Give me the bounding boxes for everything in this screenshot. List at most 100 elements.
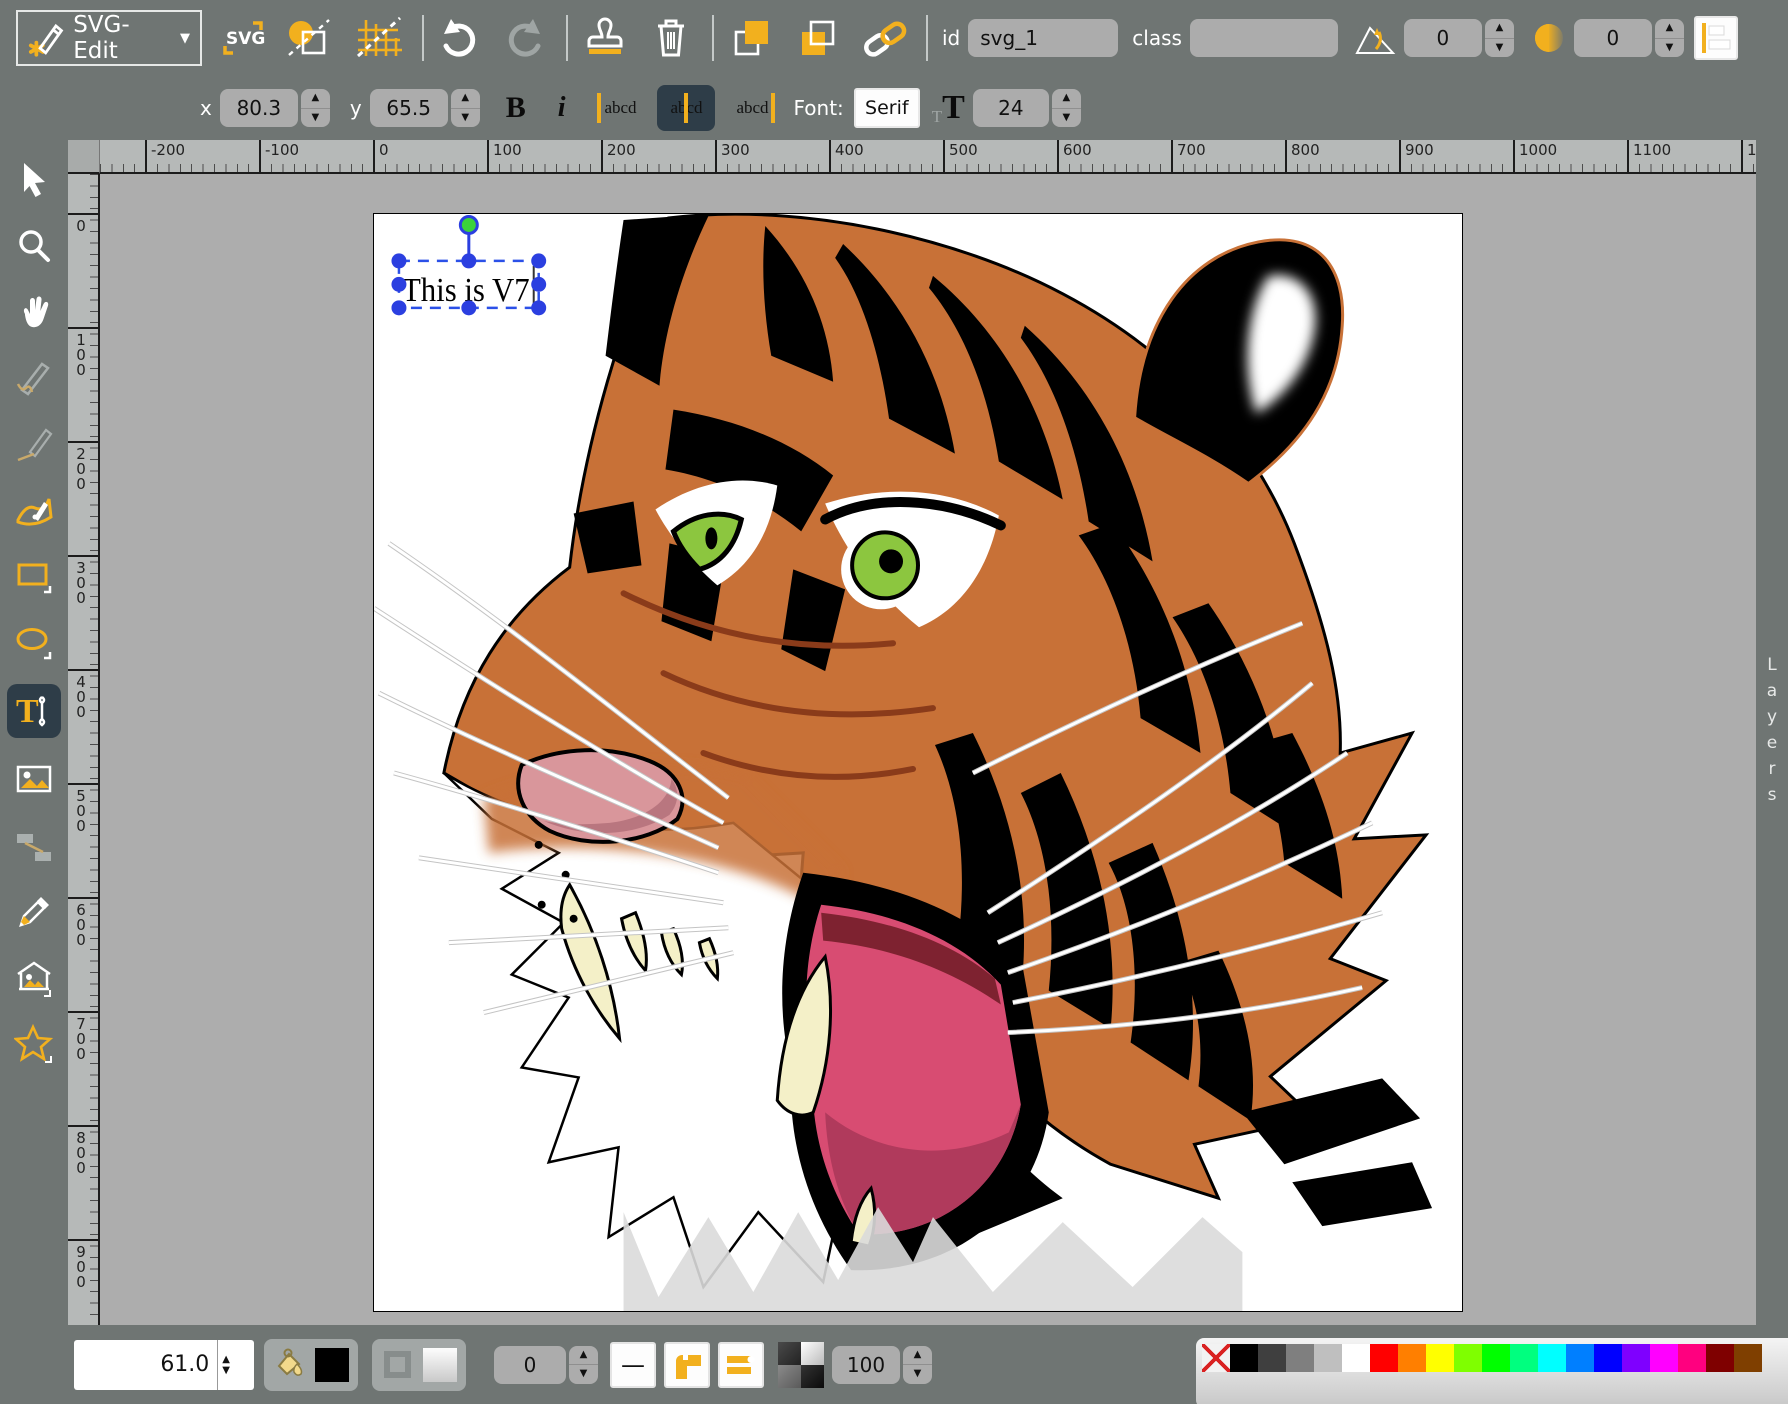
palette-swatch[interactable]: [1370, 1344, 1398, 1372]
stroke-width-spinner[interactable]: ▲▼: [569, 1346, 598, 1384]
wireframe-button[interactable]: [280, 14, 338, 62]
y-spinner[interactable]: ▲▼: [451, 89, 480, 127]
link-icon: [860, 16, 910, 60]
bold-button[interactable]: B: [506, 91, 526, 125]
tool-ellipse[interactable]: [10, 618, 58, 666]
tool-text[interactable]: T: [7, 684, 61, 738]
x-input[interactable]: [220, 89, 298, 127]
tool-select[interactable]: [10, 156, 58, 204]
blur-tool: [1530, 14, 1568, 62]
opacity-input[interactable]: [832, 1346, 900, 1384]
tool-star[interactable]: [10, 1020, 58, 1068]
palette-swatch[interactable]: [1314, 1344, 1342, 1372]
palette-swatch[interactable]: [1286, 1344, 1314, 1372]
palette-swatch[interactable]: [1622, 1344, 1650, 1372]
workspace[interactable]: This is V7: [100, 174, 1756, 1325]
italic-button[interactable]: i: [558, 92, 566, 124]
undo-button[interactable]: [434, 14, 484, 62]
separator: [422, 15, 424, 61]
fill-color-control[interactable]: [264, 1339, 358, 1391]
v-ruler-label: 300: [68, 555, 98, 608]
tool-pencil[interactable]: [10, 354, 58, 402]
angle-spinner[interactable]: ▲▼: [1485, 19, 1514, 57]
linecap-button[interactable]: [718, 1342, 764, 1388]
svg-text:T: T: [16, 693, 39, 730]
font-size-spinner[interactable]: ▲▼: [1052, 89, 1081, 127]
text-anchor-end-button[interactable]: abcd: [723, 85, 781, 131]
delete-button[interactable]: [646, 14, 696, 62]
redo-button[interactable]: [500, 14, 550, 62]
tool-eyedropper[interactable]: [10, 888, 58, 936]
stroke-square-icon: [381, 1348, 415, 1382]
text-anchor-middle-button[interactable]: abcd: [657, 85, 715, 131]
class-label: class: [1132, 26, 1182, 50]
tool-line[interactable]: [10, 420, 58, 468]
palette-swatch[interactable]: [1594, 1344, 1622, 1372]
palette-swatch[interactable]: [1454, 1344, 1482, 1372]
palette-swatch[interactable]: [1230, 1344, 1258, 1372]
font-family-button[interactable]: Serif: [854, 88, 920, 128]
palette-swatch[interactable]: [1258, 1344, 1286, 1372]
zoom-spinner[interactable]: ▲▼: [217, 1340, 234, 1390]
blur-spinner[interactable]: ▲▼: [1655, 19, 1684, 57]
tool-pan[interactable]: [10, 288, 58, 336]
main-menu-button[interactable]: SVG-Edit ▼: [16, 10, 202, 66]
selected-text-group[interactable]: This is V7: [391, 217, 546, 316]
stroke-color-control[interactable]: [372, 1339, 466, 1391]
rotate-handle[interactable]: [460, 217, 477, 234]
grid-button[interactable]: [350, 14, 408, 62]
tool-image[interactable]: [10, 756, 58, 804]
h-ruler-label: -100: [259, 140, 299, 172]
color-palette: [1196, 1338, 1788, 1404]
stroke-width-input[interactable]: [494, 1346, 566, 1384]
svg-canvas[interactable]: This is V7: [373, 213, 1463, 1312]
palette-swatch-none[interactable]: [1202, 1344, 1230, 1372]
angle-input[interactable]: [1404, 19, 1482, 57]
tool-path[interactable]: [10, 486, 58, 534]
clone-stamp-icon: [582, 17, 628, 59]
x-spinner[interactable]: ▲▼: [301, 89, 330, 127]
palette-swatch[interactable]: [1538, 1344, 1566, 1372]
class-input[interactable]: [1190, 19, 1338, 57]
tool-zoom[interactable]: [10, 222, 58, 270]
y-input[interactable]: [370, 89, 448, 127]
clone-button[interactable]: [580, 14, 630, 62]
blur-input[interactable]: [1574, 19, 1652, 57]
layers-panel-toggle[interactable]: Layers: [1756, 140, 1788, 1325]
palette-swatch[interactable]: [1482, 1344, 1510, 1372]
redo-icon: [502, 17, 548, 59]
palette-swatch[interactable]: [1650, 1344, 1678, 1372]
source-button[interactable]: SVG: [216, 14, 268, 62]
linejoin-button[interactable]: [664, 1342, 710, 1388]
wireframe-icon: [282, 16, 336, 60]
stroke-style-button[interactable]: —: [610, 1342, 656, 1388]
align-button[interactable]: [1694, 16, 1738, 60]
move-to-back-button[interactable]: [792, 14, 846, 62]
move-to-front-button[interactable]: [726, 14, 780, 62]
h-ruler-label: 700: [1171, 140, 1206, 172]
palette-swatch[interactable]: [1678, 1344, 1706, 1372]
zoom-icon: [14, 226, 54, 266]
text-anchor-start-button[interactable]: abcd: [591, 85, 649, 131]
font-size-input[interactable]: [973, 89, 1049, 127]
zoom-control[interactable]: 61.0 ▲▼: [74, 1340, 254, 1390]
linejoin-icon: [669, 1347, 705, 1383]
opacity-spinner[interactable]: ▲▼: [903, 1346, 932, 1384]
tool-rect[interactable]: [10, 552, 58, 600]
tool-connector[interactable]: [10, 822, 58, 870]
id-input[interactable]: [968, 19, 1118, 57]
palette-swatch[interactable]: [1426, 1344, 1454, 1372]
pan-hand-icon: [14, 292, 54, 332]
bottom-toolbar: 61.0 ▲▼ ▲▼ —: [0, 1325, 1788, 1404]
v-ruler-label: 0: [68, 213, 98, 236]
palette-swatch[interactable]: [1398, 1344, 1426, 1372]
star-icon: [14, 1024, 54, 1064]
link-button[interactable]: [858, 14, 912, 62]
opacity-checker-icon[interactable]: [778, 1342, 824, 1388]
palette-swatch[interactable]: [1510, 1344, 1538, 1372]
palette-swatch[interactable]: [1566, 1344, 1594, 1372]
palette-swatch[interactable]: [1342, 1344, 1370, 1372]
palette-swatch[interactable]: [1706, 1344, 1734, 1372]
palette-swatch[interactable]: [1734, 1344, 1762, 1372]
tool-library[interactable]: [10, 954, 58, 1002]
